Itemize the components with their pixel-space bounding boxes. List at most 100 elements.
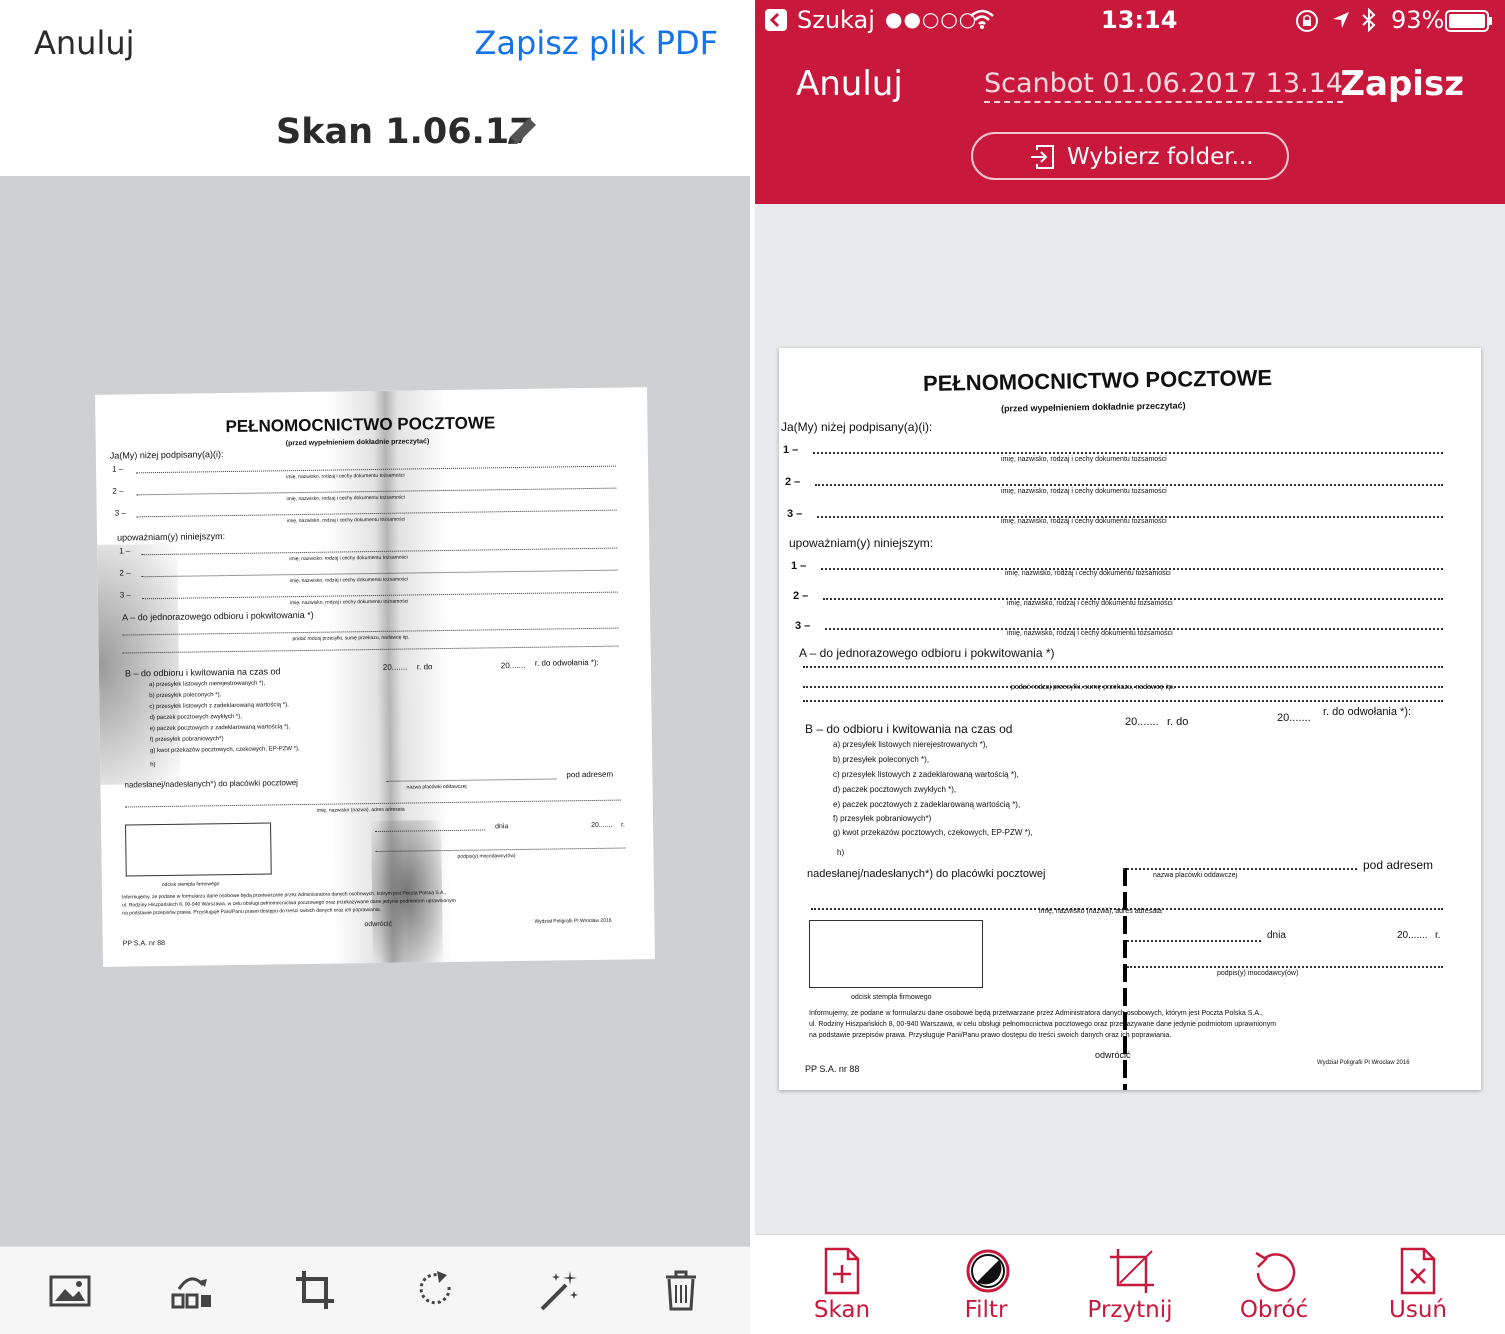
doc-id-hint: imię, nazwisko, rodzaj i cechy dokumentu…: [1005, 570, 1171, 577]
doc-b-to: r. do: [416, 662, 433, 672]
doc-b-item: d) paczek pocztowych zwykłych *),: [833, 785, 957, 794]
red-header: Szukaj ●●○○○ 13:14 93% Anuluj Scanbot 01…: [755, 0, 1505, 204]
doc-info-line: na podstawie przepisów prawa. Przysługuj…: [809, 1032, 1172, 1039]
doc-stamp-box: [125, 822, 272, 877]
gallery-icon[interactable]: [47, 1267, 93, 1313]
location-arrow-icon: [1333, 12, 1349, 28]
doc-stamp-hint: odcisk stempla firmowego: [161, 881, 220, 888]
crop-label: Przytnij: [1087, 1297, 1173, 1323]
doc-addressee-hint: imię, nazwisko (nazwa), adres adresata: [1039, 908, 1162, 915]
scan-icon: [824, 1247, 860, 1295]
signal-strength-icon: ●●○○○: [885, 7, 978, 31]
doc-day-label: dnia: [495, 823, 509, 831]
doc-form-no: PP S.A. nr 88: [805, 1064, 860, 1074]
doc-stamp-hint: odcisk stempla firmowego: [851, 994, 932, 1001]
save-button[interactable]: Zapisz: [1340, 64, 1464, 104]
doc-year-label: 20.......: [591, 821, 613, 829]
status-time: 13:14: [1101, 6, 1178, 34]
doc-id-hint: imię, nazwisko, rodzaj i cechy dokumentu…: [1007, 600, 1173, 607]
rotate-button[interactable]: Obróć: [1214, 1247, 1334, 1331]
crop-icon[interactable]: [292, 1267, 338, 1313]
cancel-button[interactable]: Anuluj: [796, 64, 903, 104]
bluetooth-icon: [1362, 8, 1376, 32]
doc-fill-line: [815, 484, 1443, 486]
filter-icon: [966, 1249, 1010, 1293]
doc-line-number: 1 –: [791, 560, 807, 572]
rotation-lock-icon: [1296, 10, 1318, 32]
wifi-icon: [970, 9, 994, 29]
choose-folder-button[interactable]: Wybierz folder...: [971, 132, 1289, 180]
doc-b-until: r. do odwołania *):: [1323, 706, 1412, 718]
doc-b-year2: 20.......: [1277, 712, 1311, 724]
doc-id-hint: imię, nazwisko, rodzaj i cechy dokumentu…: [1001, 518, 1167, 525]
doc-b-item: g) kwot przekazów pocztowych, czekowych,…: [833, 828, 1033, 837]
doc-turn-over: odwrócić: [364, 920, 393, 929]
filter-button[interactable]: Filtr: [926, 1247, 1046, 1331]
save-pdf-button[interactable]: Zapisz plik PDF: [474, 24, 718, 62]
scan-button[interactable]: Skan: [782, 1247, 902, 1331]
doc-line-number: 2 –: [112, 486, 124, 496]
back-to-app-icon[interactable]: [765, 9, 787, 31]
doc-b-item: b) przesyłek poleconych *),: [833, 755, 930, 764]
doc-r-label: r.: [1435, 930, 1441, 941]
doc-title: PEŁNOMOCNICTWO POCZTOWE: [225, 413, 496, 437]
battery-percent: 93%: [1391, 6, 1445, 34]
rotate-icon[interactable]: [413, 1267, 459, 1313]
doc-b-item: a) przesyłek listowych nierejestrowanych…: [149, 680, 266, 689]
bottom-toolbar: [0, 1246, 750, 1334]
doc-subtitle: (przed wypełnieniem dokładnie przeczytać…: [1000, 400, 1186, 414]
folder-import-icon: [1031, 145, 1054, 169]
doc-id-hint: imię, nazwisko, rodzaj i cechy dokumentu…: [1001, 456, 1167, 463]
doc-option-a: A – do jednorazowego odbioru i pokwitowa…: [799, 646, 1055, 660]
doc-b-year1: 20.......: [382, 662, 408, 672]
doc-option-a: A – do jednorazowego odbioru i pokwitowa…: [122, 609, 314, 623]
doc-line-number: 3 –: [114, 508, 126, 518]
doc-title: PEŁNOMOCNICTWO POCZTOWE: [922, 364, 1273, 397]
rotate-label: Obróć: [1239, 1297, 1309, 1323]
doc-delivered: nadesłanej/nadesłanych*) do placówki poc…: [124, 778, 298, 790]
doc-line-number: 2 –: [793, 590, 809, 602]
delete-button[interactable]: Usuń: [1358, 1247, 1478, 1331]
delete-icon: [1400, 1247, 1436, 1295]
doc-option-b: B – do odbioru i kwitowania na czas od: [124, 666, 281, 679]
crop-button[interactable]: Przytnij: [1070, 1247, 1190, 1331]
edit-title-pencil-icon[interactable]: [502, 112, 542, 152]
delete-label: Usuń: [1389, 1297, 1447, 1323]
doc-delivered: nadesłanej/nadesłanych*) do placówki poc…: [807, 868, 1046, 880]
doc-line-number: 1 –: [119, 546, 131, 556]
doc-fill-line: [813, 452, 1443, 454]
doc-turn-over: odwrócić: [1095, 1050, 1131, 1060]
scan-preview-area: PEŁNOMOCNICTWO POCZTOWE (przed wypełnien…: [0, 176, 750, 1246]
doc-r-label: r.: [621, 821, 626, 829]
scanned-document: PEŁNOMOCNICTWO POCZTOWE (przed wypełnien…: [779, 348, 1481, 1090]
document-name-field[interactable]: Scanbot 01.06.2017 13.14: [984, 68, 1343, 103]
bottom-toolbar: Skan Filtr Przytnij Obróć Usuń: [755, 1234, 1505, 1334]
doc-office-hint: nazwa placówki oddawczej: [1153, 872, 1238, 879]
cancel-button[interactable]: Anuluj: [34, 24, 135, 62]
doc-signature-hint: podpis(y) mocodawcy(ów): [1217, 970, 1299, 977]
choose-folder-label: Wybierz folder...: [1067, 144, 1254, 170]
doc-b-item: h): [150, 762, 156, 769]
doc-a-hint: podać rodzaj przesyłki, sumę przekazu, n…: [1011, 684, 1175, 691]
magic-wand-icon[interactable]: [536, 1267, 582, 1313]
scanned-document: PEŁNOMOCNICTWO POCZTOWE (przed wypełnien…: [95, 387, 655, 967]
doc-b-item: f) przesyłek pobraniowych*): [149, 736, 224, 744]
doc-authorize: upoważniam(y) niniejszym:: [789, 536, 934, 550]
doc-authorize: upoważniam(y) niniejszym:: [116, 531, 226, 543]
back-to-app-label[interactable]: Szukaj: [797, 6, 875, 34]
doc-fill-line: [1127, 940, 1261, 942]
document-title: Skan 1.06.17: [276, 112, 534, 152]
doc-intro: Ja(My) niżej podpisany(a)(i):: [781, 420, 933, 434]
doc-id-hint: imię, nazwisko, rodzaj i cechy dokumentu…: [1001, 488, 1167, 495]
reorder-icon[interactable]: [169, 1267, 215, 1313]
doc-signature-hint: podpis(y) mocodawcy(ów): [457, 853, 516, 860]
doc-b-year1: 20.......: [1125, 716, 1159, 728]
doc-year-label: 20.......: [1397, 930, 1428, 941]
doc-info-line: ul. Rodziny Hiszpańskich 8, 00-940 Warsz…: [809, 1021, 1277, 1028]
doc-line-number: 2 –: [119, 568, 131, 578]
doc-b-item: d) paczek pocztowych zwykłych *),: [149, 713, 242, 722]
doc-addressee-hint: imię, nazwisko (nazwa), adres adresata: [316, 806, 405, 814]
trash-icon[interactable]: [658, 1267, 704, 1313]
doc-printer: Wydział Poligrafii PI Wrocław 2016: [1317, 1060, 1410, 1066]
doc-intro: Ja(My) niżej podpisany(a)(i):: [109, 449, 224, 461]
